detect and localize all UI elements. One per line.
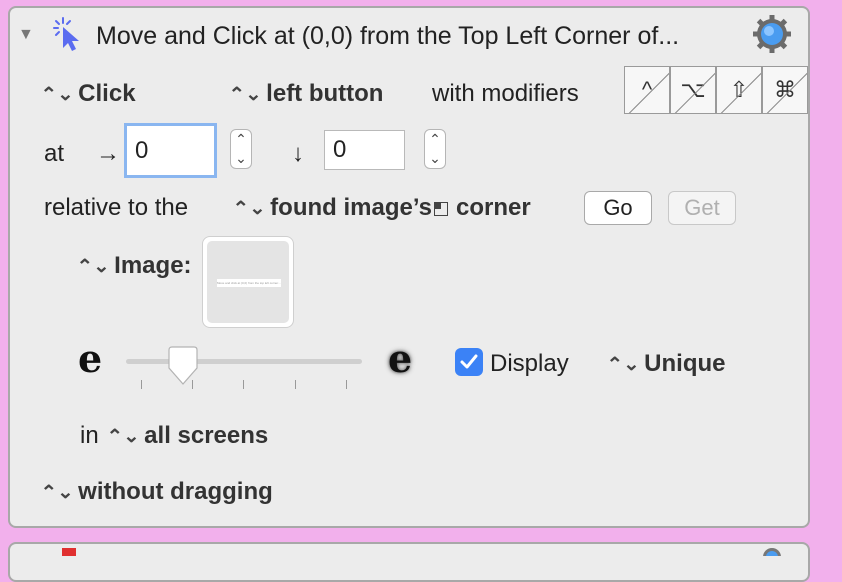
modifiers-label: with modifiers (432, 80, 579, 107)
display-checkbox[interactable] (455, 348, 483, 376)
display-label: Display (490, 350, 569, 377)
control-modifier-toggle[interactable]: ^ (624, 66, 670, 114)
get-button[interactable]: Get (668, 191, 736, 225)
disclosure-triangle-icon[interactable]: ▼ (18, 26, 34, 44)
y-coordinate-stepper[interactable]: ⌃ ⌄ (424, 129, 446, 169)
popup-chevrons-icon: ⌃⌄ (76, 256, 110, 276)
shift-modifier-toggle[interactable]: ⇧ (716, 66, 762, 114)
mouse-button-popup[interactable]: ⌃⌄ left button (228, 80, 384, 108)
gear-icon[interactable] (752, 14, 792, 54)
screens-popup[interactable]: ⌃⌄ all screens (106, 422, 269, 450)
fuzzy-sharp-glyph: e (78, 336, 103, 381)
popup-chevrons-icon: ⌃⌄ (40, 84, 74, 104)
match-mode-value: Unique (644, 350, 726, 377)
next-action-icon (62, 548, 76, 556)
down-arrow-icon: ↓ (292, 140, 304, 167)
image-label: Image: (114, 252, 192, 279)
y-coordinate-input[interactable]: 0 (324, 130, 405, 170)
fuzzy-blurred-glyph: e (388, 336, 413, 381)
relative-target-value: found image’s (270, 194, 432, 221)
action-type-value: Click (78, 80, 136, 107)
corner-selector-icon[interactable] (434, 202, 448, 216)
command-icon: ⌘ (774, 77, 796, 102)
command-modifier-toggle[interactable]: ⌘ (762, 66, 808, 114)
cursor-click-icon (52, 16, 86, 52)
popup-chevrons-icon: ⌃⌄ (40, 482, 74, 502)
next-action-panel (8, 542, 810, 582)
mouse-button-value: left button (266, 80, 384, 107)
fuzziness-slider-track[interactable] (126, 359, 362, 364)
go-button[interactable]: Go (584, 191, 652, 225)
slider-tick (192, 380, 193, 389)
at-label: at (44, 140, 65, 167)
option-modifier-toggle[interactable]: ⌥ (670, 66, 716, 114)
x-coordinate-input[interactable]: 0 (124, 123, 217, 178)
dragging-popup[interactable]: ⌃⌄ without dragging (40, 478, 273, 506)
right-arrow-icon: → (96, 140, 120, 167)
screens-value: all screens (144, 422, 269, 449)
slider-tick (295, 380, 296, 389)
image-well[interactable]: Move and click at (0,0) from the top lef… (202, 236, 294, 328)
slider-tick (243, 380, 244, 389)
action-title: Move and Click at (0,0) from the Top Lef… (96, 22, 680, 50)
image-thumbnail: Move and click at (0,0) from the top lef… (207, 241, 289, 323)
slider-tick (141, 380, 142, 389)
x-coordinate-stepper[interactable]: ⌃ ⌄ (230, 129, 252, 169)
popup-chevrons-icon: ⌃⌄ (106, 426, 140, 446)
thumbnail-caption: Move and click at (0,0) from the top lef… (217, 279, 281, 287)
popup-chevrons-icon: ⌃⌄ (606, 354, 640, 374)
relative-to-label: relative to the (44, 194, 189, 221)
fuzziness-slider-knob[interactable] (167, 346, 199, 386)
option-icon: ⌥ (680, 77, 706, 102)
action-type-popup[interactable]: ⌃⌄ Click (40, 80, 136, 108)
checkmark-icon (460, 354, 478, 369)
image-source-popup[interactable]: ⌃⌄ Image: (76, 252, 192, 280)
slider-tick (346, 380, 347, 389)
match-mode-popup[interactable]: ⌃⌄ Unique (606, 350, 726, 378)
dragging-value: without dragging (78, 478, 273, 505)
relative-target-popup[interactable]: ⌃⌄ found image’s (232, 194, 432, 222)
next-gear-icon[interactable] (760, 545, 784, 556)
popup-chevrons-icon: ⌃⌄ (228, 84, 262, 104)
popup-chevrons-icon: ⌃⌄ (232, 198, 266, 218)
corner-label: corner (456, 194, 531, 221)
in-label: in (80, 422, 99, 449)
